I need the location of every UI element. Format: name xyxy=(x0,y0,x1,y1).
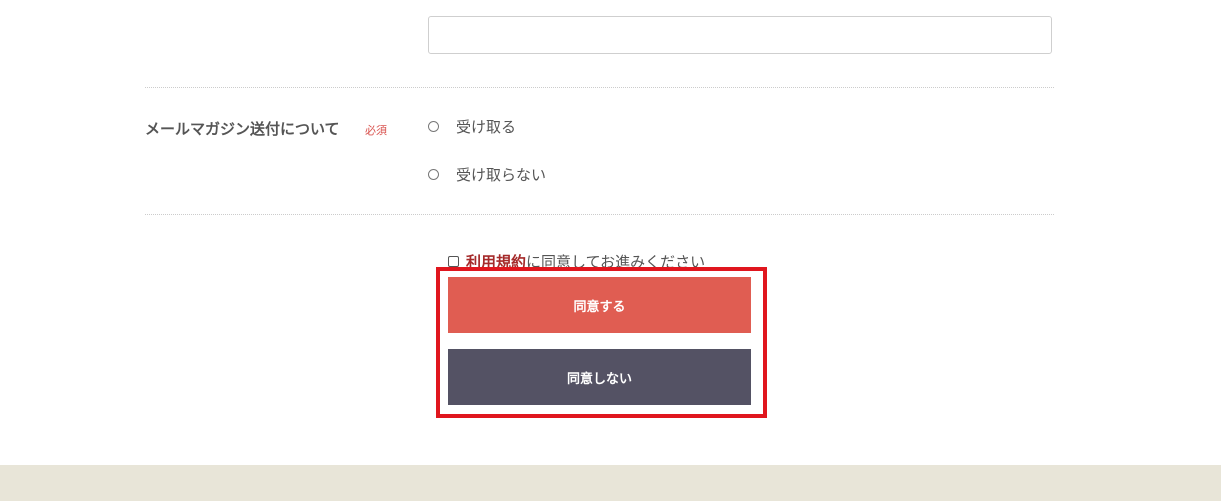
agree-button[interactable]: 同意する xyxy=(448,277,751,333)
radio-label-not-receive: 受け取らない xyxy=(456,166,547,184)
disagree-button[interactable]: 同意しない xyxy=(448,349,751,405)
divider xyxy=(145,87,1054,88)
radio-option-not-receive[interactable]: 受け取らない xyxy=(428,164,546,185)
radio-option-receive[interactable]: 受け取る xyxy=(428,116,516,137)
terms-checkbox[interactable] xyxy=(448,256,459,267)
required-badge: 必須 xyxy=(365,124,387,137)
radio-label-receive: 受け取る xyxy=(456,118,517,136)
footer xyxy=(0,465,1221,501)
text-input[interactable] xyxy=(428,16,1052,54)
radio-button[interactable] xyxy=(428,169,439,180)
page: メールマガジン送付について 必須 受け取る 受け取らない 利用規約 に同意してお… xyxy=(0,0,1221,501)
divider xyxy=(145,214,1054,215)
mail-magazine-label: メールマガジン送付について xyxy=(145,120,340,138)
radio-button[interactable] xyxy=(428,121,439,132)
